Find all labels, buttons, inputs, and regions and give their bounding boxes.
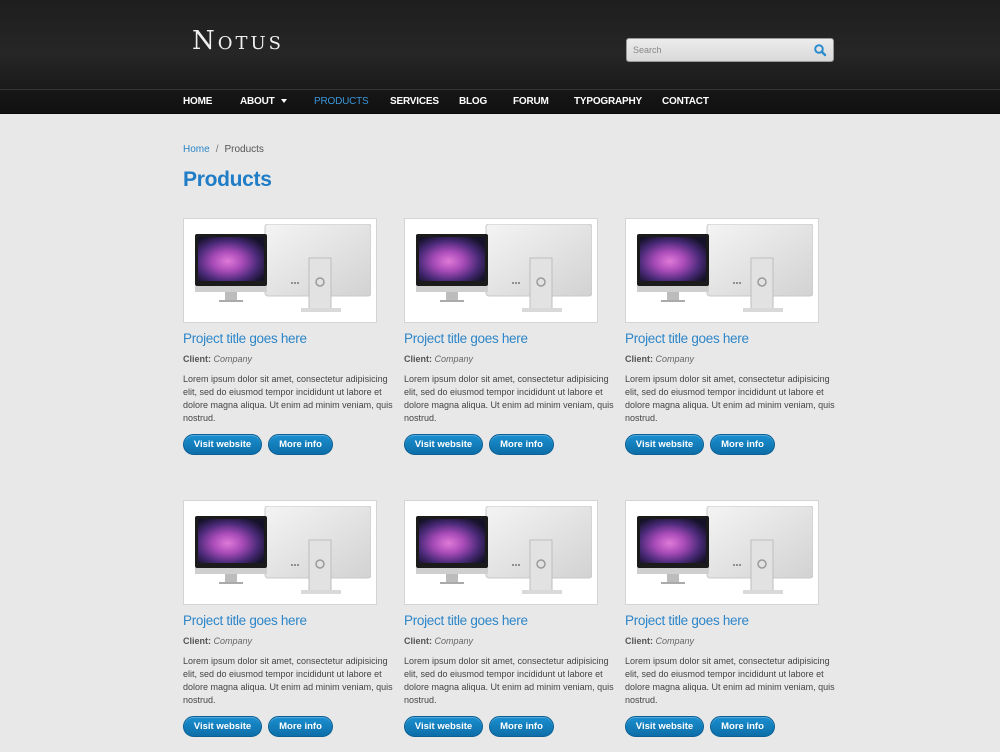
client-value: Company <box>213 354 253 364</box>
visit-website-button[interactable]: Visit website <box>625 716 704 737</box>
nav-item-forum[interactable]: FORUM <box>513 96 549 110</box>
nav-item-services[interactable]: SERVICES <box>390 96 439 110</box>
project-title[interactable]: Project title goes here <box>404 331 528 346</box>
project-title[interactable]: Project title goes here <box>183 613 307 628</box>
nav-label: ABOUT <box>240 96 275 107</box>
computer-monitors-image <box>410 506 592 599</box>
nav-item-blog[interactable]: BLOG <box>459 96 487 110</box>
main-nav: HOME ABOUT PRODUCTS SERVICES BLOG FORUM … <box>0 89 1000 114</box>
client-label: Client: <box>183 354 211 364</box>
visit-website-button[interactable]: Visit website <box>404 716 483 737</box>
client-value: Company <box>655 636 695 646</box>
computer-monitors-image <box>410 224 592 317</box>
project-client: Client: Company <box>404 636 473 646</box>
search-icon[interactable] <box>813 43 827 57</box>
project-card: Project title goes here Client: Company … <box>404 500 619 745</box>
project-title[interactable]: Project title goes here <box>183 331 307 346</box>
client-label: Client: <box>404 636 432 646</box>
nav-label: SERVICES <box>390 96 439 107</box>
project-client: Client: Company <box>183 354 252 364</box>
client-label: Client: <box>625 636 653 646</box>
more-info-button[interactable]: More info <box>489 716 554 737</box>
caret-down-icon <box>280 99 287 104</box>
computer-monitors-image <box>631 506 813 599</box>
nav-item-contact[interactable]: CONTACT <box>662 96 709 110</box>
nav-label: HOME <box>183 96 213 107</box>
computer-monitors-image <box>189 224 371 317</box>
more-info-button[interactable]: More info <box>710 716 775 737</box>
project-title[interactable]: Project title goes here <box>625 331 749 346</box>
computer-monitors-image <box>189 506 371 599</box>
project-thumbnail[interactable] <box>625 500 819 605</box>
project-description: Lorem ipsum dolor sit amet, consectetur … <box>183 656 393 705</box>
project-client: Client: Company <box>404 354 473 364</box>
nav-label: BLOG <box>459 96 488 107</box>
client-value: Company <box>655 354 695 364</box>
client-value: Company <box>213 636 253 646</box>
client-value: Company <box>434 636 474 646</box>
page-title: Products <box>183 168 272 191</box>
project-title[interactable]: Project title goes here <box>625 613 749 628</box>
project-card: Project title goes here Client: Company … <box>404 218 619 463</box>
project-client: Client: Company <box>183 636 252 646</box>
project-thumbnail[interactable] <box>404 218 598 323</box>
visit-website-button[interactable]: Visit website <box>183 716 262 737</box>
project-card: Project title goes here Client: Company … <box>625 218 840 463</box>
project-thumbnail[interactable] <box>404 500 598 605</box>
project-thumbnail[interactable] <box>625 218 819 323</box>
project-thumbnail[interactable] <box>183 218 377 323</box>
more-info-button[interactable]: More info <box>710 434 775 455</box>
project-card: Project title goes here Client: Company … <box>183 218 398 463</box>
project-description: Lorem ipsum dolor sit amet, consectetur … <box>625 656 835 705</box>
more-info-button[interactable]: More info <box>489 434 554 455</box>
client-label: Client: <box>404 354 432 364</box>
search-input[interactable] <box>633 42 803 58</box>
project-card: Project title goes here Client: Company … <box>183 500 398 745</box>
nav-label: PRODUCTS <box>314 96 369 107</box>
client-label: Client: <box>183 636 211 646</box>
nav-label: TYPOGRAPHY <box>574 96 643 107</box>
project-description: Lorem ipsum dolor sit amet, consectetur … <box>404 656 614 705</box>
nav-item-home[interactable]: HOME <box>183 96 212 110</box>
more-info-button[interactable]: More info <box>268 716 333 737</box>
nav-label: CONTACT <box>662 96 709 107</box>
project-description: Lorem ipsum dolor sit amet, consectetur … <box>404 374 614 423</box>
project-client: Client: Company <box>625 354 694 364</box>
search-box <box>626 38 834 62</box>
nav-item-about[interactable]: ABOUT <box>240 96 287 110</box>
client-value: Company <box>434 354 474 364</box>
project-card: Project title goes here Client: Company … <box>625 500 840 745</box>
visit-website-button[interactable]: Visit website <box>183 434 262 455</box>
more-info-button[interactable]: More info <box>268 434 333 455</box>
breadcrumb-home-link[interactable]: Home <box>183 144 210 155</box>
project-title[interactable]: Project title goes here <box>404 613 528 628</box>
site-header: Notus <box>0 0 1000 89</box>
site-logo[interactable]: Notus <box>192 26 284 56</box>
breadcrumb-current: Products <box>224 144 264 155</box>
project-description: Lorem ipsum dolor sit amet, consectetur … <box>183 374 393 423</box>
breadcrumb: Home / Products <box>183 144 264 155</box>
nav-label: FORUM <box>513 96 549 107</box>
nav-item-typography[interactable]: TYPOGRAPHY <box>574 96 642 110</box>
computer-monitors-image <box>631 224 813 317</box>
project-thumbnail[interactable] <box>183 500 377 605</box>
project-description: Lorem ipsum dolor sit amet, consectetur … <box>625 374 835 423</box>
project-client: Client: Company <box>625 636 694 646</box>
visit-website-button[interactable]: Visit website <box>404 434 483 455</box>
breadcrumb-separator: / <box>215 144 219 155</box>
client-label: Client: <box>625 354 653 364</box>
visit-website-button[interactable]: Visit website <box>625 434 704 455</box>
nav-item-products[interactable]: PRODUCTS <box>314 96 369 110</box>
